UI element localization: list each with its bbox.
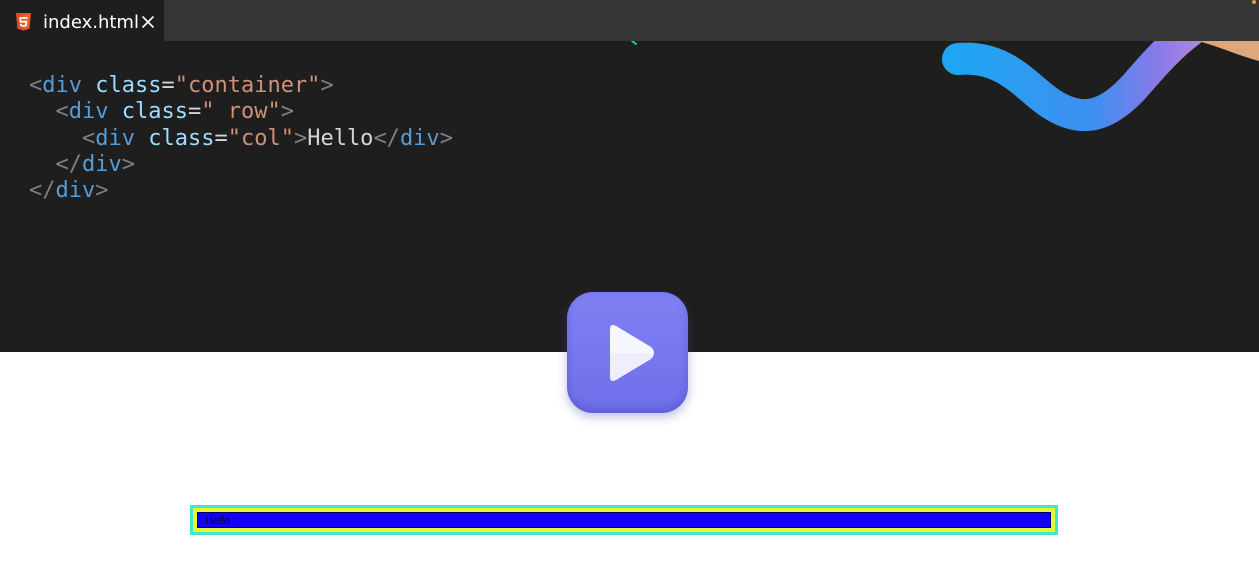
code-token: div	[68, 99, 109, 125]
code-token: class	[148, 125, 215, 151]
code-token: >	[439, 125, 453, 151]
code-token: >	[320, 73, 334, 98]
code-token: <	[81, 125, 96, 151]
tab-index-html[interactable]: index.html	[0, 0, 164, 41]
code-token: class	[95, 73, 162, 98]
code-token: </	[55, 151, 83, 177]
code-token: div	[95, 125, 135, 151]
code-token: div	[82, 151, 122, 177]
code-token: </	[373, 125, 400, 151]
code-token: "container"	[174, 73, 321, 98]
tab-bar: index.html	[0, 0, 1259, 41]
code-block: <div class="container"> <div class=" row…	[29, 73, 453, 204]
code-token: >	[293, 125, 308, 151]
code-token: >	[280, 99, 294, 125]
code-token: >	[95, 178, 109, 204]
code-token: " row"	[201, 99, 281, 125]
code-token: =	[187, 99, 202, 125]
code-token: div	[399, 125, 440, 151]
code-line: <div class=" row">	[29, 99, 453, 125]
code-line: <div class="col">Hello</div>	[29, 126, 453, 152]
code-token: =	[161, 73, 175, 98]
code-token: class	[121, 99, 188, 125]
play-icon	[610, 325, 654, 381]
code-token: >	[121, 151, 135, 177]
code-token: </	[29, 178, 56, 204]
close-icon[interactable]	[141, 15, 155, 29]
code-line: </div>	[29, 178, 453, 204]
preview-hello-text: Hello	[205, 515, 231, 527]
code-line: </div>	[29, 152, 453, 178]
preview-container-box: Hello	[190, 505, 1058, 535]
tab-label: index.html	[43, 12, 139, 33]
code-token: Hello	[307, 125, 374, 151]
code-line: <div class="container">	[29, 73, 453, 99]
code-token: =	[214, 125, 228, 151]
decorative-dot	[1252, 0, 1256, 4]
preview-row-box: Hello	[193, 508, 1055, 532]
html5-icon	[16, 13, 31, 31]
code-token: <	[55, 99, 69, 125]
code-token: "col"	[227, 125, 294, 151]
code-token: div	[42, 73, 82, 98]
code-token: div	[55, 178, 96, 204]
preview-col-box: Hello	[197, 512, 1051, 528]
play-button[interactable]	[567, 292, 688, 413]
code-token: <	[29, 73, 43, 98]
